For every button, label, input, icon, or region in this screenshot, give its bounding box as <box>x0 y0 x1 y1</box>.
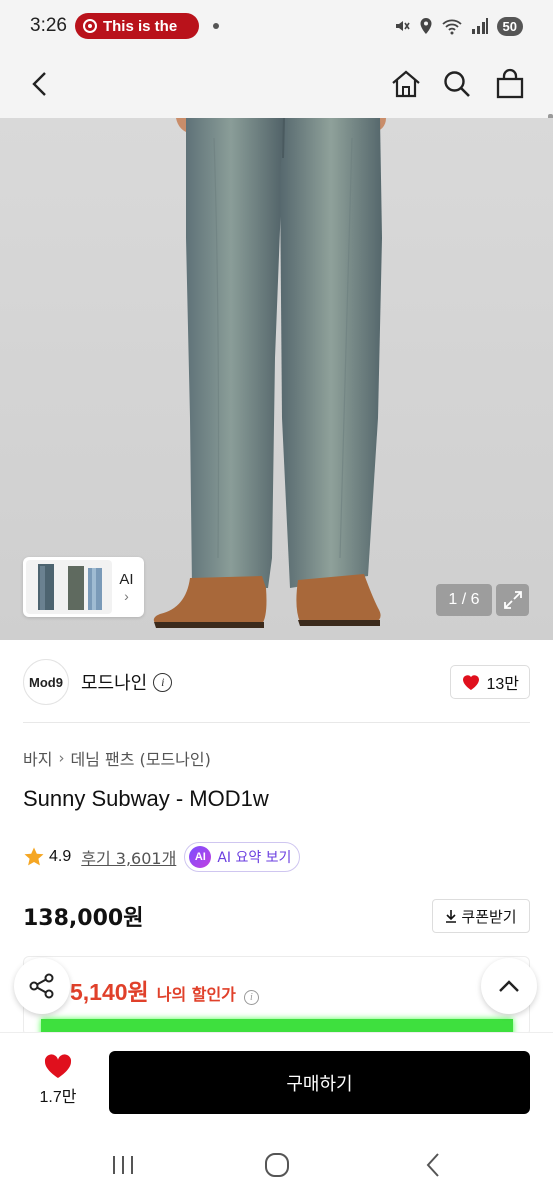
ai-summary-button[interactable]: AI AI 요약 보기 <box>184 842 301 872</box>
top-navigation <box>0 52 553 168</box>
price: 138,000원 <box>23 906 144 931</box>
divider <box>23 722 530 723</box>
brand-like-button[interactable]: 13만 <box>450 665 530 699</box>
coupon-label: 쿠폰받기 <box>461 907 517 926</box>
ai-style-thumbnail-card[interactable]: AI › <box>23 557 144 617</box>
like-button[interactable]: 1.7만 <box>30 1053 86 1107</box>
status-bar: 3:26 This is the 50 <box>0 0 553 52</box>
share-button[interactable] <box>14 958 70 1014</box>
wifi-icon <box>441 19 462 35</box>
discount-card[interactable]: 5,140원 나의 할인가 i <box>23 956 530 1036</box>
recent-apps-button[interactable] <box>103 1150 143 1180</box>
discount-amount: 5,140원 <box>70 979 149 1005</box>
scroll-top-button[interactable] <box>481 958 537 1014</box>
system-back-button[interactable] <box>413 1150 453 1180</box>
heart-icon <box>44 1054 72 1078</box>
media-pill[interactable]: This is the <box>74 13 199 39</box>
heart-icon <box>463 675 480 690</box>
download-icon <box>446 910 457 923</box>
brand-logo[interactable]: Mod9 <box>23 659 69 705</box>
info-icon[interactable]: i <box>243 990 259 1005</box>
image-pager: 1 / 6 <box>436 584 492 616</box>
media-pill-text: This is the <box>102 17 178 35</box>
info-icon[interactable]: i <box>153 672 173 692</box>
back-button[interactable] <box>20 64 60 104</box>
signal-icon <box>471 18 488 34</box>
notification-dot-icon <box>212 23 219 29</box>
product-title: Sunny Subway - MOD1w <box>23 786 269 811</box>
buy-button[interactable]: 구매하기 <box>109 1051 530 1114</box>
coupon-button[interactable]: 쿠폰받기 <box>432 899 530 933</box>
expand-image-button[interactable] <box>496 584 529 616</box>
brand-name[interactable]: 모드나인 <box>81 669 147 695</box>
discount-label: 나의 할인가 <box>156 985 236 1004</box>
product-page: 3:26 This is the 50 AI › 1 / 6 Mod9 모드나인… <box>0 0 553 1200</box>
expand-icon <box>503 591 522 609</box>
rating-value: 4.9 <box>49 848 72 865</box>
rating-row: 4.9 후기 3,601개 AI AI 요약 보기 <box>23 842 301 872</box>
share-icon <box>29 973 54 999</box>
back-chevron-icon <box>426 1153 439 1177</box>
home-button[interactable] <box>386 64 426 104</box>
thumbnail-image <box>26 560 112 614</box>
star-icon <box>24 847 44 866</box>
record-icon <box>82 19 97 33</box>
thumbnail-ai-label: AI › <box>112 571 141 604</box>
recent-apps-icon <box>113 1156 133 1174</box>
thumbnail-ai-text: AI <box>119 570 134 588</box>
bottom-action-bar: 1.7만 구매하기 <box>0 1032 553 1130</box>
like-count: 1.7만 <box>39 1089 77 1106</box>
discount-line: 5,140원 나의 할인가 i <box>70 973 259 1007</box>
mute-icon <box>395 21 410 31</box>
product-image-carousel[interactable]: AI › 1 / 6 <box>0 118 553 640</box>
search-icon <box>444 71 470 97</box>
location-icon <box>420 18 432 34</box>
chevron-right-icon: › <box>58 749 65 767</box>
cart-button[interactable] <box>490 64 530 104</box>
battery-indicator: 50 <box>496 16 523 36</box>
shopping-bag-icon <box>496 68 524 99</box>
brand-row: Mod9 모드나인 i 13만 <box>23 659 530 705</box>
breadcrumb: 바지 › 데님 팬츠 (모드나인) <box>23 746 211 770</box>
ai-badge-icon: AI <box>189 846 212 868</box>
breadcrumb-item[interactable]: 바지 <box>23 746 52 770</box>
home-circle-icon <box>265 1153 289 1177</box>
chevron-left-icon <box>32 72 46 96</box>
chevron-up-icon <box>499 980 519 992</box>
system-navigation-bar <box>0 1130 553 1200</box>
home-icon <box>392 70 420 98</box>
status-time: 3:26 <box>30 15 67 36</box>
reviews-link[interactable]: 후기 3,601개 <box>81 845 176 869</box>
breadcrumb-item[interactable]: 데님 팬츠 (모드나인) <box>70 746 210 770</box>
brand-like-count: 13만 <box>486 676 519 693</box>
chevron-right-icon: › <box>124 587 129 604</box>
search-button[interactable] <box>437 64 477 104</box>
home-system-button[interactable] <box>257 1150 297 1180</box>
status-icons: 50 <box>393 16 523 36</box>
ai-summary-label: AI 요약 보기 <box>217 850 292 866</box>
